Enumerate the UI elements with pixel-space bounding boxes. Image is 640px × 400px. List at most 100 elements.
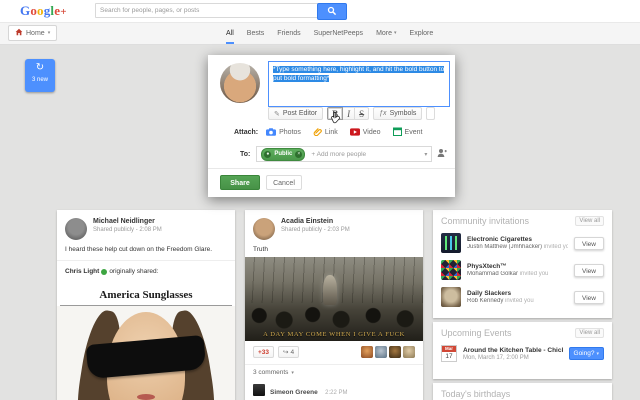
avatar[interactable] — [375, 346, 387, 358]
more-formatting-button[interactable] — [426, 107, 435, 120]
view-button[interactable]: View — [574, 264, 604, 277]
list-item: Electronic Cigarettes Justin Matthew (Jm… — [433, 229, 612, 256]
chevron-down-icon[interactable]: ▾ — [424, 151, 427, 158]
view-button[interactable]: View — [574, 291, 604, 304]
google-plus-logo[interactable]: Google+ — [20, 3, 67, 19]
community-icon[interactable] — [441, 287, 461, 307]
decorative-shape — [137, 394, 155, 400]
embed-link-title[interactable]: America Sunglasses — [60, 277, 232, 306]
view-button[interactable]: View — [574, 237, 604, 250]
globe-icon: ● — [264, 151, 271, 158]
community-invitations-card: Community invitations View all Electroni… — [433, 210, 612, 318]
symbols-button[interactable]: ƒx Symbols — [373, 107, 422, 120]
logo-plus: + — [60, 6, 66, 18]
community-icon[interactable] — [441, 260, 461, 280]
post-author[interactable]: Acadia Einstein — [281, 218, 350, 225]
post-meta: Shared publicly - 2:08 PM — [93, 227, 162, 233]
selected-text: *Type something here, highlight it, and … — [273, 66, 444, 82]
remove-audience-icon[interactable]: × — [295, 151, 302, 158]
tab-supernetpeeps[interactable]: SuperNetPeeps — [314, 22, 363, 44]
post-editor-button[interactable]: ✎ Post Editor — [268, 107, 323, 120]
comments-expander[interactable]: 3 comments ▾ — [245, 364, 423, 378]
symbols-icon: ƒx — [379, 110, 386, 117]
tab-explore[interactable]: Explore — [410, 22, 434, 44]
audience-chip-public[interactable]: ● Public × — [261, 148, 305, 161]
camera-icon — [266, 128, 276, 138]
divider — [57, 260, 235, 261]
calendar-date-icon[interactable]: Mar 17 — [441, 345, 457, 362]
share-button[interactable]: Share — [220, 175, 260, 190]
tab-more[interactable]: More▾ — [376, 22, 396, 44]
plus-one-button[interactable]: +33 — [253, 346, 274, 358]
list-item: PhysXtech™ Mohammad Golkar invited you V… — [433, 256, 612, 283]
tab-bests[interactable]: Bests — [247, 22, 265, 44]
attach-event-button[interactable]: Event — [393, 127, 423, 138]
community-icon[interactable] — [441, 233, 461, 253]
going-button[interactable]: Going? ▾ — [569, 347, 604, 360]
community-name[interactable]: PhysXtech™ — [467, 263, 548, 270]
strikethrough-button[interactable]: S — [354, 107, 369, 120]
inviter-name[interactable]: Justin Matthew (Jmhhacker) — [467, 244, 542, 250]
add-person-icon[interactable] — [437, 145, 447, 163]
attach-photos-button[interactable]: Photos — [266, 128, 301, 138]
avatar[interactable] — [253, 384, 265, 396]
post-image-meme[interactable]: A DAY MAY COME WHEN I GIVE A FUCK — [245, 257, 423, 341]
home-menu-button[interactable]: Home ▾ — [8, 25, 57, 41]
comment: Simeon Greene 2:22 PM — [245, 378, 423, 399]
reshare-arrow-icon: ↪ — [283, 348, 288, 356]
refresh-icon: ↻ — [25, 59, 55, 76]
composer-user-avatar[interactable] — [220, 63, 260, 103]
post-text: I heard these help cut down on the Freed… — [57, 243, 235, 257]
chevron-down-icon: ▾ — [394, 30, 397, 36]
comment-author[interactable]: Simeon Greene — [270, 389, 318, 396]
section-title: Upcoming Events — [441, 328, 512, 338]
composer-footer: Share Cancel — [208, 168, 455, 197]
reshare-button[interactable]: ↪ 4 — [278, 346, 299, 358]
top-bar: Google+ — [0, 0, 640, 23]
birthdays-card: Today's birthdays — [433, 383, 612, 400]
reshare-author[interactable]: Chris Light — [65, 268, 99, 275]
post-meta: Shared publicly - 2:03 PM — [281, 227, 350, 233]
mouse-cursor — [331, 112, 341, 130]
avatar[interactable] — [389, 346, 401, 358]
video-icon — [350, 128, 360, 138]
to-label: To: — [240, 151, 250, 158]
inviter-name[interactable]: Rob Kennedy — [467, 298, 503, 304]
post-card: Acadia Einstein Shared publicly - 2:03 P… — [245, 210, 423, 400]
add-people-input[interactable] — [309, 150, 420, 159]
search-button[interactable] — [317, 3, 347, 20]
chevron-down-icon: ▾ — [291, 370, 294, 376]
post-author[interactable]: Michael Neidlinger — [93, 218, 162, 225]
post-image-sunglasses[interactable] — [57, 306, 235, 400]
google-plus-page: Google+ Home ▾ All Bests Friends SuperNe… — [0, 0, 640, 400]
nav-bar: Home ▾ All Bests Friends SuperNetPeeps M… — [0, 22, 640, 45]
avatar[interactable] — [253, 218, 275, 240]
post-header: Michael Neidlinger Shared publicly - 2:0… — [57, 210, 235, 243]
list-item: Mar 17 Around the Kitchen Table - Chicke… — [433, 341, 612, 365]
community-name[interactable]: Electronic Cigarettes — [467, 236, 568, 243]
post-header: Acadia Einstein Shared publicly - 2:03 P… — [245, 210, 423, 243]
audience-box[interactable]: ● Public × ▾ — [256, 146, 432, 162]
avatar[interactable] — [361, 346, 373, 358]
event-name[interactable]: Around the Kitchen Table - Chicken Mars — [463, 347, 563, 354]
search-input[interactable] — [95, 3, 319, 18]
avatar[interactable] — [403, 346, 415, 358]
calendar-icon — [393, 127, 402, 138]
pencil-icon: ✎ — [274, 110, 280, 118]
decorative-shape — [323, 275, 337, 305]
avatar[interactable] — [65, 218, 87, 240]
composer-text-area[interactable]: *Type something here, highlight it, and … — [268, 61, 450, 107]
to-row: To: ● Public × ▾ — [240, 145, 447, 163]
composer-format-toolbar: ✎ Post Editor B I S ƒx Symbols — [268, 107, 435, 120]
community-name[interactable]: Daily Slackers — [467, 290, 534, 297]
view-all-link[interactable]: View all — [575, 328, 604, 338]
link-icon — [313, 127, 322, 138]
tab-all[interactable]: All — [226, 22, 234, 44]
cancel-button[interactable]: Cancel — [266, 175, 302, 190]
home-icon — [15, 28, 23, 38]
new-posts-button[interactable]: ↻ 3 new — [25, 59, 55, 92]
inviter-name[interactable]: Mohammad Golkar — [467, 271, 518, 277]
tab-friends[interactable]: Friends — [277, 22, 300, 44]
attach-video-button[interactable]: Video — [350, 128, 381, 138]
view-all-link[interactable]: View all — [575, 216, 604, 226]
